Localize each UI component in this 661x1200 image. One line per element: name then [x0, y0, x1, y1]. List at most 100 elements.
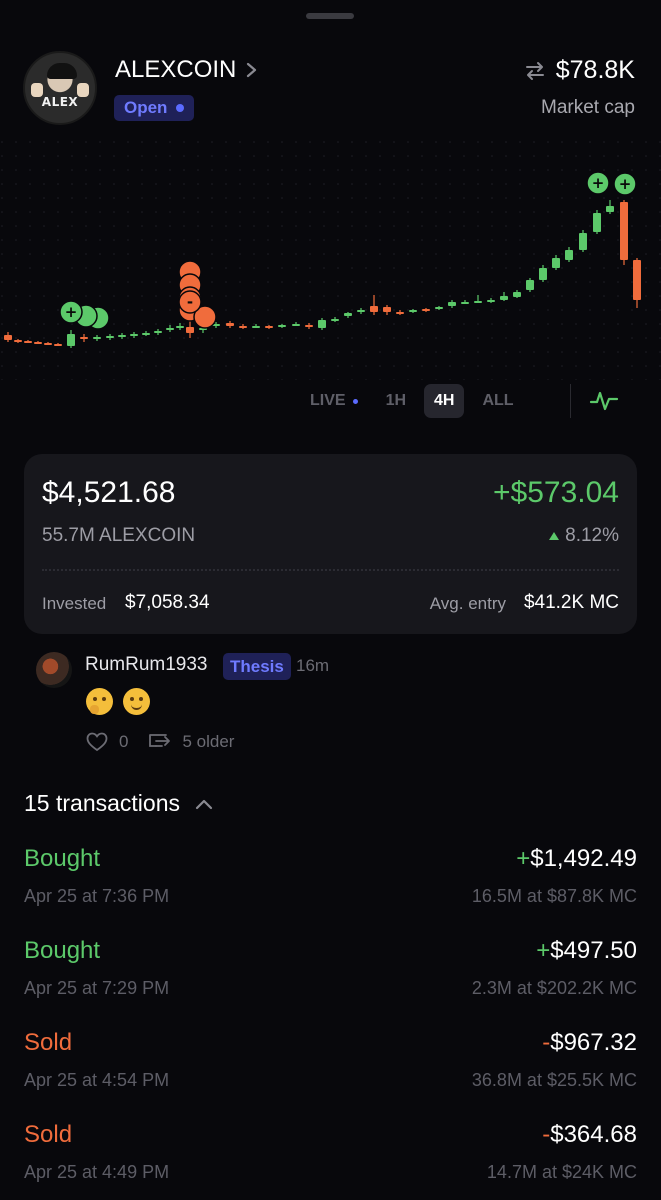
- position-pnl: +$573.04: [493, 476, 619, 509]
- transaction-row[interactable]: Sold -$967.32 Apr 25 at 4:54 PM 36.8M at…: [24, 1029, 637, 1109]
- amount-value: $967.32: [550, 1029, 637, 1056]
- tab-live[interactable]: LIVE: [300, 384, 368, 418]
- candle-body: [620, 202, 628, 260]
- candle-body: [344, 313, 352, 316]
- candle-body: [396, 312, 404, 314]
- timeframe-selector: LIVE 1H 4H ALL: [300, 384, 532, 418]
- heart-icon[interactable]: [86, 732, 108, 752]
- candle-body: [409, 310, 417, 312]
- candle-body: [93, 337, 101, 339]
- candle-body: [579, 233, 587, 250]
- transaction-detail: 14.7M at $24K MC: [486, 1162, 637, 1182]
- sell-marker-symbol: -: [187, 293, 193, 311]
- amount-value: $364.68: [550, 1121, 637, 1148]
- candle-body: [24, 341, 32, 343]
- candle-body: [448, 302, 456, 306]
- coin-avatar: ALEX: [23, 51, 97, 125]
- transaction-row[interactable]: Bought +$497.50 Apr 25 at 7:29 PM 2.3M a…: [24, 937, 637, 1017]
- candle-body: [44, 343, 52, 345]
- candle-body: [34, 342, 42, 344]
- transactions-count: 15 transactions: [24, 790, 180, 816]
- candle-body: [186, 327, 194, 333]
- commenter-username[interactable]: RumRum1933: [85, 654, 208, 676]
- candle-body: [474, 301, 482, 303]
- tab-all-label: ALL: [482, 392, 514, 409]
- amount-value: $1,492.49: [530, 845, 637, 872]
- transaction-amount: +$497.50: [536, 937, 637, 965]
- candle-body: [166, 328, 174, 330]
- price-chart[interactable]: + - + +: [0, 140, 661, 380]
- candle-body: [539, 268, 547, 280]
- comment-time: 16m: [296, 656, 330, 675]
- market-cap-label: Market cap: [541, 97, 635, 118]
- transaction-amount: -$364.68: [542, 1121, 637, 1149]
- position-value: $4,521.68: [42, 476, 176, 509]
- transaction-date: Apr 25 at 4:54 PM: [24, 1070, 170, 1090]
- candle-body: [67, 334, 75, 346]
- candle-body: [305, 325, 313, 327]
- position-card: $4,521.68 +$573.04 55.7M ALEXCOIN 8.12% …: [24, 454, 637, 634]
- amount-sign: +: [536, 937, 551, 964]
- live-dot-icon: [352, 398, 358, 404]
- older-comments-link[interactable]: 5 older: [182, 732, 234, 752]
- coin-name: ALEXCOIN: [115, 56, 237, 83]
- thread-replies-icon[interactable]: [148, 732, 172, 752]
- candle-body: [118, 335, 126, 337]
- market-cap-toggle[interactable]: $78.8K: [524, 56, 635, 85]
- transaction-detail: 16.5M at $87.8K MC: [471, 886, 637, 906]
- transaction-type: Sold: [24, 1121, 73, 1148]
- tab-1h-label: 1H: [385, 392, 407, 409]
- transaction-detail: 36.8M at $25.5K MC: [471, 1070, 637, 1090]
- transaction-type: Bought: [24, 845, 101, 872]
- transaction-row[interactable]: Bought +$1,492.49 Apr 25 at 7:36 PM 16.5…: [24, 845, 637, 925]
- buy-marker-symbol: +: [619, 175, 632, 193]
- tab-all[interactable]: ALL: [472, 384, 523, 418]
- tab-1h[interactable]: 1H: [376, 384, 416, 418]
- avatar-shirt-text: ALEX: [41, 95, 79, 109]
- buy-marker-symbol: +: [65, 303, 78, 321]
- candle-body: [422, 309, 430, 311]
- chart-type-icon[interactable]: [589, 387, 619, 415]
- swap-arrows-icon: [525, 61, 544, 80]
- transaction-amount: -$967.32: [542, 1029, 637, 1057]
- candle-body: [292, 324, 300, 326]
- coin-name-link[interactable]: ALEXCOIN: [115, 56, 260, 84]
- status-dot-icon: [176, 104, 185, 112]
- candle-body: [435, 307, 443, 309]
- position-holding: 55.7M ALEXCOIN: [42, 525, 196, 546]
- transaction-date: Apr 25 at 4:49 PM: [24, 1162, 170, 1182]
- transaction-row[interactable]: Sold -$364.68 Apr 25 at 4:49 PM 14.7M at…: [24, 1121, 637, 1200]
- invested-value: $7,058.34: [125, 592, 210, 613]
- candle-body: [331, 319, 339, 321]
- transaction-detail: 2.3M at $202.2K MC: [471, 978, 637, 998]
- candle-body: [154, 331, 162, 333]
- comment-actions: 0 5 older: [86, 732, 234, 752]
- status-badge: Open: [114, 95, 195, 121]
- candle-body: [370, 306, 378, 312]
- like-count: 0: [119, 732, 129, 751]
- tab-4h[interactable]: 4H: [424, 384, 465, 418]
- candle-body: [142, 333, 150, 335]
- buy-marker-symbol: +: [592, 174, 605, 192]
- candle-body: [239, 326, 247, 328]
- candle-body: [633, 260, 641, 300]
- candle-body: [513, 292, 521, 297]
- position-pnl-percent: 8.12%: [549, 525, 619, 547]
- commenter-avatar[interactable]: [36, 652, 72, 688]
- thinking-face-icon: [86, 688, 113, 715]
- pnl-percent-value: 8.12%: [565, 525, 619, 546]
- transactions-header[interactable]: 15 transactions: [24, 790, 214, 817]
- candle-body: [565, 250, 573, 260]
- candle-body: [461, 302, 469, 304]
- amount-value: $497.50: [550, 937, 637, 964]
- avg-entry-label: Avg. entry: [429, 594, 506, 613]
- timeframe-divider: [570, 384, 571, 418]
- chevron-right-icon: [247, 62, 257, 78]
- sheet-grab-handle[interactable]: [306, 13, 354, 19]
- amount-sign: +: [516, 845, 531, 872]
- candle-body: [552, 258, 560, 268]
- market-cap-value: $78.8K: [555, 56, 635, 84]
- chart-grid: [0, 140, 661, 380]
- card-divider: [42, 569, 619, 571]
- candle-body: [54, 344, 62, 346]
